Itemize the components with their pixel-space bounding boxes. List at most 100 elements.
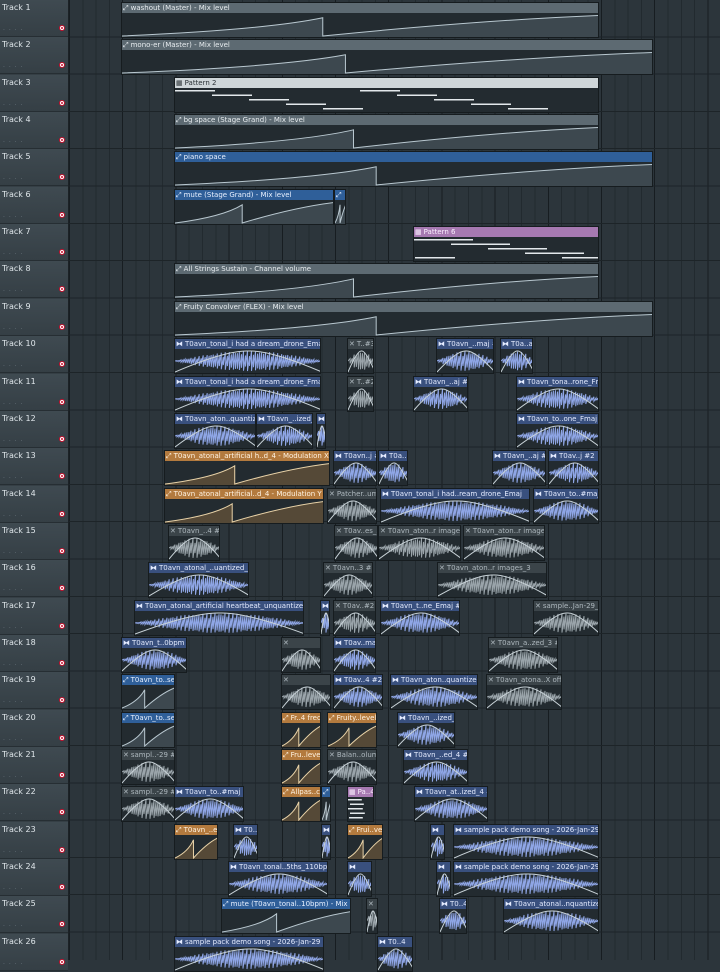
track-enable-led[interactable] — [59, 846, 65, 853]
clip-title-bar[interactable]: ⤢Allpas..cy — [282, 787, 320, 798]
track-grip[interactable]: · · · · — [3, 513, 23, 520]
clip-title-bar[interactable]: ⤢ Fr..4 freq — [282, 712, 320, 723]
clip-title-bar[interactable]: ✕ T0av..#2 — [334, 600, 375, 611]
audio-clip[interactable]: ⧓ T0avn_tonal..5ths_110bpm — [228, 861, 328, 898]
clip-title-bar[interactable]: ⧓T0avn_..maj #5 — [437, 339, 493, 350]
clip-title-bar[interactable]: ⧓T0avn_atonal_..uantized_4 #3 — [149, 563, 248, 574]
clip-title-bar[interactable]: ⤢ T0avn_atonal_artificial..d_4 - Modulati… — [165, 488, 323, 499]
clip-title-bar[interactable]: ⧓T0avn_..ized_4 — [257, 413, 312, 424]
clip-title-bar[interactable]: ⧓ — [437, 862, 450, 873]
automation-clip[interactable]: ⤢ Fruity..level — [327, 711, 377, 748]
clip-title-bar[interactable]: ⧓ — [317, 413, 325, 424]
automation-clip[interactable]: ⤢ T0avn_atonal_artificial..d_4 - Modulati… — [164, 487, 324, 524]
track-header[interactable]: Track 21 · · · · — [0, 747, 68, 784]
clip-title-bar[interactable]: ⤢ — [322, 787, 330, 798]
audio-clip[interactable]: ⧓T0avn_..ized_4 — [256, 412, 313, 449]
automation-clip[interactable]: ⤢ — [321, 786, 331, 823]
track-enable-led[interactable] — [59, 585, 65, 592]
audio-clip[interactable]: ⧓T0avn_atonal..nquantized_3 — [503, 898, 599, 935]
audio-clip[interactable]: ⧓T0avn_aton..quantized_4 — [390, 674, 478, 711]
automation-clip[interactable]: ⤢ mute (Stage Grand) - Mix level — [174, 188, 334, 225]
clip-title-bar[interactable]: ✕T..#3 — [348, 339, 373, 350]
track-enable-led[interactable] — [59, 510, 65, 517]
audio-clip[interactable]: ⧓ — [316, 412, 326, 449]
clip-title-bar[interactable]: ⧓T0avn_tona..rone_Fmaj — [517, 376, 598, 387]
track-grip[interactable]: · · · · — [3, 737, 23, 744]
clip-title-bar[interactable]: ⧓ T0avn_tonal_i had a dream_drone_Emaj — [175, 339, 320, 350]
clip-title-bar[interactable]: ✕T0avn_atona..X offset — [487, 675, 561, 686]
audio-clip[interactable]: ⧓ — [347, 861, 372, 898]
clip-title-bar[interactable]: ⧓ T0avn_tonal_i had..ream_drone_Emaj — [381, 488, 529, 499]
track-enable-led[interactable] — [59, 697, 65, 704]
audio-clip[interactable]: ✕T0avn_aton..r images_3 — [463, 524, 545, 561]
clip-title-bar[interactable]: ⧓ T0av..maj — [334, 637, 375, 648]
automation-clip[interactable]: ⤢ Fr..4 freq — [281, 711, 321, 748]
clip-title-bar[interactable]: ✕T0avn_..4 #2 — [169, 525, 219, 536]
audio-clip[interactable]: ⧓ — [436, 861, 451, 898]
track-header[interactable]: Track 19 · · · · — [0, 672, 68, 710]
audio-clip[interactable]: ⧓T0avn_to..#maj #2 — [174, 786, 244, 823]
track-header[interactable]: Track 4 · · · · — [0, 112, 68, 150]
track-grip[interactable]: · · · · — [3, 699, 23, 706]
automation-clip[interactable]: ⤢ T0avn_to..set — [121, 674, 175, 711]
track-header[interactable]: Track 6 · · · · — [0, 186, 68, 224]
track-header[interactable]: Track 20 · · · · — [0, 709, 68, 747]
track-header[interactable]: Track 13 · · · · — [0, 448, 68, 486]
automation-clip[interactable]: ⤢ T0avn_atonal_artificial h..d_4 - Modula… — [164, 450, 330, 487]
automation-clip[interactable]: ⤢ All Strings Sustain - Channel volume — [174, 263, 599, 300]
clip-title-bar[interactable]: ▦ Pattern 2 — [175, 77, 598, 88]
audio-clip[interactable]: ⧓ T0avn_tonal_i had a dream_drone_Emaj — [174, 338, 321, 375]
audio-clip[interactable]: ⧓T0avn_tona..rone_Fmaj — [516, 375, 599, 412]
track-enable-led[interactable] — [59, 174, 65, 181]
pattern-clip[interactable]: ▦ Pattern 6 — [413, 226, 599, 263]
clip-title-bar[interactable]: ▦ Pattern 6 — [414, 227, 598, 238]
track-header[interactable]: Track 9 · · · · — [0, 298, 68, 336]
audio-clip[interactable]: ⧓T0avn_..aj #3 — [413, 375, 468, 412]
clip-title-bar[interactable]: ⤢ Fru..level — [282, 750, 320, 760]
track-enable-led[interactable] — [59, 659, 65, 666]
clip-title-bar[interactable]: ⧓T0avn_at..ized_4 #4 — [415, 787, 487, 798]
clip-title-bar[interactable]: ✕T0avn_a..zed_3 #3 — [489, 637, 557, 648]
clip-title-bar[interactable]: ⧓ sample pack demo song - 2026-Jan-29 #5 — [454, 862, 598, 873]
audio-clip[interactable]: ⧓ — [320, 599, 330, 636]
audio-clip[interactable]: ⧓ — [430, 823, 445, 860]
clip-title-bar[interactable]: ⧓T0avn_t..0bpm #2 — [122, 637, 186, 648]
track-grip[interactable]: · · · · — [3, 923, 23, 930]
audio-clip[interactable]: ✕ T0avn..3 #2 — [323, 562, 373, 599]
clip-title-bar[interactable]: ⧓T0avn_aton..quantized_4 — [391, 675, 477, 686]
clip-title-bar[interactable]: ⧓ T0avn_tonal..5ths_110bpm — [229, 862, 327, 873]
clip-title-bar[interactable]: ✕ — [282, 675, 330, 686]
track-header[interactable]: Track 3 · · · · — [0, 74, 68, 112]
clip-title-bar[interactable]: ✕sampl..-29 #3 — [122, 750, 174, 760]
audio-clip[interactable]: ⧓ — [321, 823, 331, 860]
audio-clip[interactable]: ✕ — [366, 898, 378, 935]
clip-title-bar[interactable]: ⧓ — [348, 862, 371, 873]
audio-clip[interactable]: ✕T0avn_atona..X offset — [486, 674, 562, 711]
audio-clip[interactable]: ⧓T0avn_to..#maj #3 — [533, 487, 599, 524]
track-enable-led[interactable] — [59, 249, 65, 256]
clip-title-bar[interactable]: ⧓T0avn_to..one_Fmaj #3 — [517, 413, 598, 424]
automation-clip[interactable]: ⤢ mono-er (Master) - Mix level — [121, 39, 653, 76]
clip-title-bar[interactable]: ⧓ — [431, 824, 444, 835]
track-enable-led[interactable] — [59, 361, 65, 368]
clip-title-bar[interactable]: ⤢ Frui..vel — [348, 824, 382, 835]
automation-clip[interactable]: ⤢ bg space (Stage Grand) - Mix level — [174, 114, 599, 151]
track-header[interactable]: Track 1 · · · · — [0, 0, 68, 37]
track-header[interactable]: Track 22 · · · · — [0, 784, 68, 822]
audio-clip[interactable]: ✕Balan..olume — [327, 749, 377, 785]
audio-clip[interactable]: ⧓ T0avn_tonal_i had a dream_drone_Fmaj — [174, 375, 321, 412]
audio-clip[interactable]: ⧓ sample pack demo song - 2026-Jan-29 — [453, 823, 599, 860]
track-grip[interactable]: · · · · — [3, 811, 23, 818]
track-grip[interactable]: · · · · — [3, 176, 23, 183]
track-header[interactable]: Track 25 · · · · — [0, 896, 68, 934]
track-header[interactable]: Track 24 · · · · — [0, 859, 68, 897]
track-enable-led[interactable] — [59, 25, 65, 31]
track-header[interactable]: Track 16 · · · · — [0, 560, 68, 598]
clip-title-bar[interactable]: ⧓T0avn_to..#maj #2 — [175, 787, 243, 798]
clip-title-bar[interactable]: ✕ — [367, 899, 377, 910]
clip-title-bar[interactable]: ⤢ T0avn_to..set — [122, 712, 174, 723]
clip-title-bar[interactable]: ⧓ T0av..j #2 — [549, 451, 598, 462]
clip-title-bar[interactable]: ⤢ All Strings Sustain - Channel volume — [175, 264, 598, 275]
track-grip[interactable]: · · · · — [3, 363, 23, 370]
clip-title-bar[interactable]: ⧓ — [321, 600, 329, 611]
